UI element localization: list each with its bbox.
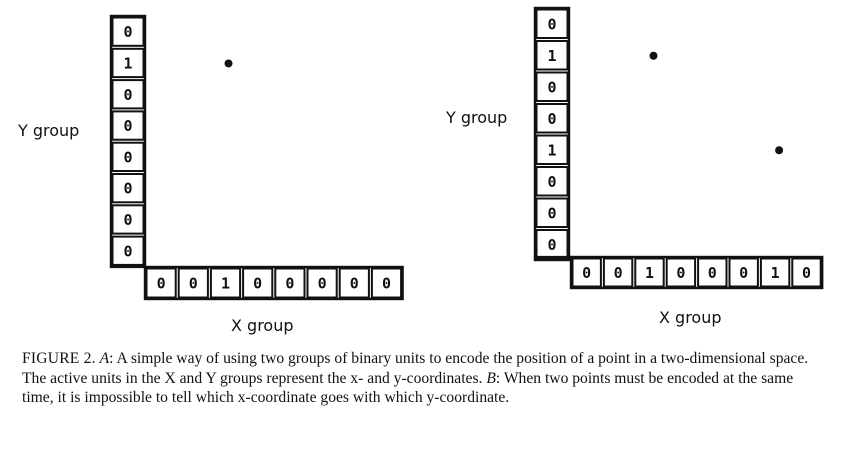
x-unit-1-value: 0	[582, 264, 591, 282]
x-unit-7-value: 1	[771, 264, 780, 282]
y-unit-3: 0	[535, 71, 569, 102]
x-unit-8-value: 0	[382, 275, 391, 293]
x-unit-7-value: 0	[350, 275, 359, 293]
y-unit-4: 0	[535, 103, 569, 134]
x-unit-4-value: 0	[676, 264, 685, 282]
y-unit-8: 0	[111, 235, 145, 266]
corner-frame	[109, 265, 145, 269]
x-unit-6-value: 0	[318, 275, 327, 293]
figure-caption: FIGURE 2. A: A simple way of using two g…	[22, 349, 822, 408]
x-unit-5-value: 0	[285, 275, 294, 293]
panel-b: 0 1 0 0 1 0 0 0 0 0 1 0 0 0 1 0 Y group X group	[445, 6, 824, 327]
y-unit-5-value: 0	[123, 148, 132, 166]
x-unit-8: 0	[791, 257, 822, 288]
y-unit-5: 0	[111, 141, 145, 172]
x-unit-3: 1	[209, 267, 242, 299]
x-unit-2-value: 0	[614, 264, 623, 282]
y-unit-1-value: 0	[123, 23, 132, 41]
x-unit-1-value: 0	[157, 275, 166, 293]
y-unit-2-value: 1	[123, 54, 132, 72]
y-unit-6: 0	[535, 166, 569, 197]
y-unit-3-value: 0	[547, 78, 556, 96]
y-unit-1: 0	[111, 16, 145, 47]
x-unit-5-value: 0	[708, 264, 717, 282]
y-unit-5: 1	[535, 134, 569, 165]
x-unit-6: 0	[728, 257, 759, 288]
point-marker	[775, 146, 784, 155]
y-unit-4-value: 0	[123, 117, 132, 135]
figure-drawing: 010000000 0 1 0 0 0 0 0Y groupX group010010000 0…	[17, 6, 824, 335]
x-unit-4: 0	[242, 267, 274, 299]
y-unit-8-value: 0	[547, 236, 556, 254]
x-unit-3: 1	[634, 257, 665, 288]
x-unit-3-value: 1	[645, 264, 654, 282]
y-group-label: Y group	[17, 121, 79, 140]
caption-figure-label: FIGURE 2.	[22, 350, 96, 367]
x-unit-5: 0	[697, 257, 728, 288]
y-unit-7-value: 0	[123, 211, 132, 229]
y-unit-7: 0	[535, 197, 569, 228]
x-unit-2: 0	[177, 267, 209, 299]
y-unit-8: 0	[535, 229, 569, 260]
y-unit-4: 0	[111, 110, 145, 141]
x-group-label: X group	[231, 316, 294, 335]
x-unit-8: 0	[370, 267, 403, 299]
x-unit-7: 1	[759, 257, 791, 288]
x-group-label: X group	[659, 308, 722, 327]
x-unit-6: 0	[306, 267, 338, 299]
x-unit-2: 0	[602, 257, 634, 288]
y-unit-1: 0	[535, 8, 569, 39]
y-unit-5-value: 1	[547, 141, 556, 159]
caption-label-a: A	[99, 350, 110, 367]
x-unit-4-value: 0	[253, 275, 262, 293]
y-unit-6-value: 0	[123, 180, 132, 198]
x-unit-7: 0	[338, 267, 370, 299]
x-unit-2-value: 0	[189, 275, 198, 293]
y-group-label: Y group	[445, 108, 507, 127]
y-unit-3-value: 0	[123, 86, 132, 104]
y-unit-8-value: 0	[123, 242, 132, 260]
y-unit-2-value: 1	[547, 47, 556, 65]
y-unit-6-value: 0	[547, 173, 556, 191]
figure-panels: 0100000000100000Y group X group 0 1 0 0 1 0 0 0 0 0…	[0, 0, 842, 345]
x-unit-1: 0	[571, 257, 602, 288]
point-marker	[224, 59, 233, 68]
x-unit-6-value: 0	[739, 264, 748, 282]
x-unit-3-value: 1	[221, 275, 230, 293]
y-unit-1-value: 0	[547, 15, 556, 33]
x-unit-1: 0	[145, 267, 177, 299]
x-unit-8-value: 0	[802, 264, 811, 282]
y-unit-6: 0	[111, 173, 145, 204]
caption-label-b: B	[486, 369, 496, 387]
y-unit-4-value: 0	[547, 110, 556, 128]
x-unit-5: 0	[274, 267, 306, 299]
y-unit-2: 1	[535, 40, 569, 71]
x-unit-4: 0	[665, 257, 697, 288]
y-unit-3: 0	[111, 79, 145, 110]
point-marker	[649, 51, 658, 60]
y-unit-7: 0	[111, 204, 145, 235]
panel-a: 0 1 0 0 0 0 0 0 0 0 1 0 0 0 0 0 Y group X group	[17, 14, 404, 335]
y-unit-2: 1	[111, 47, 145, 79]
y-unit-7-value: 0	[547, 204, 556, 222]
